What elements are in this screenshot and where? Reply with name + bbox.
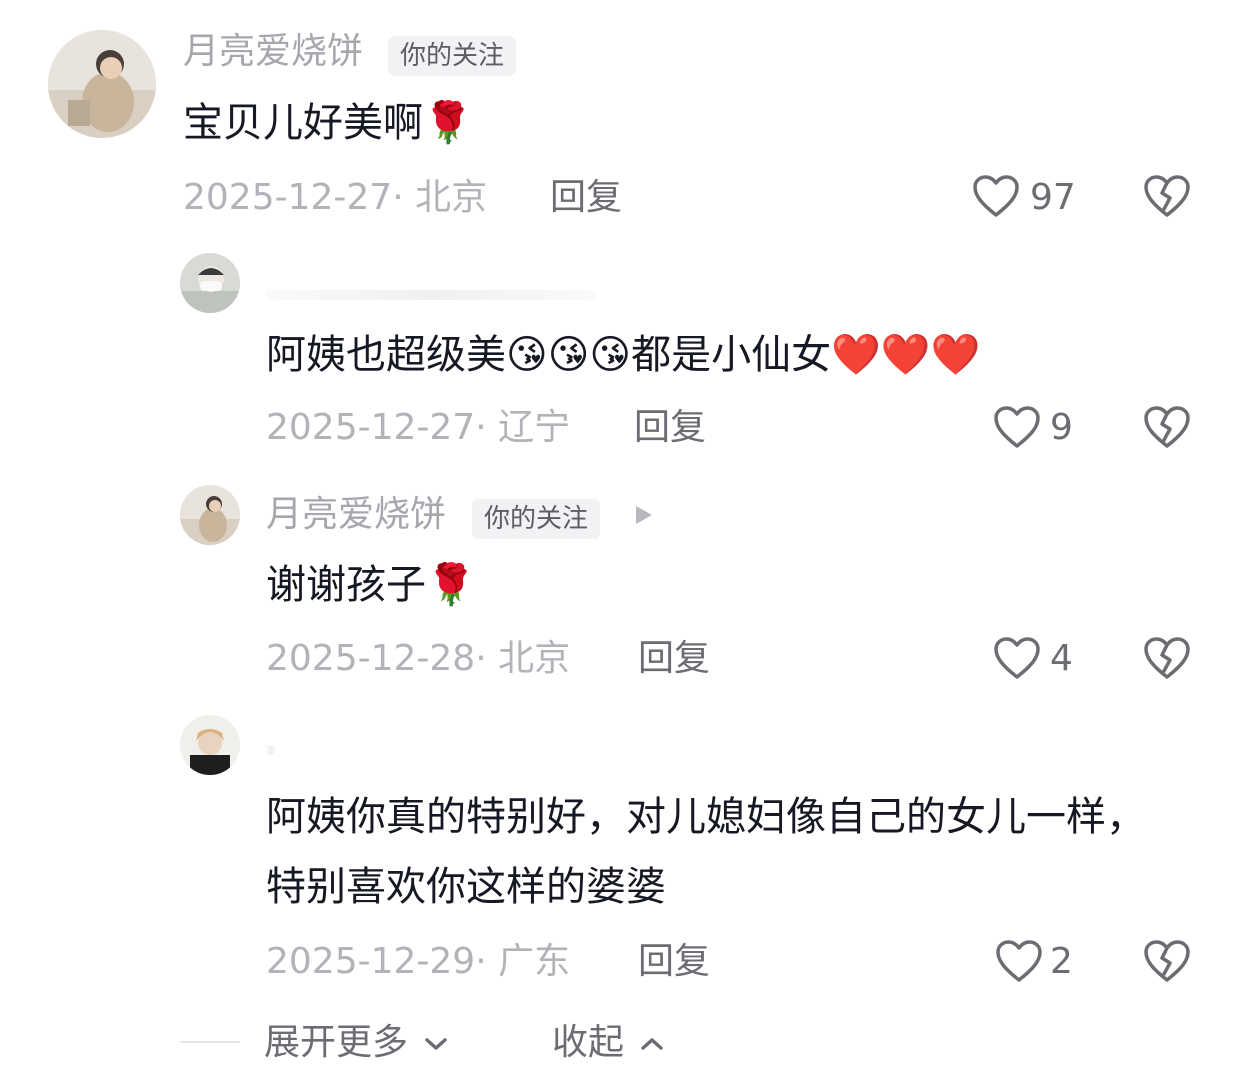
reply-button[interactable]: 回复 <box>634 410 706 446</box>
kiss-emojis: 😘😘😘 <box>506 332 632 378</box>
like-count: 97 <box>1030 177 1076 218</box>
avatar[interactable] <box>180 485 240 545</box>
heart-outline-icon[interactable] <box>993 405 1041 449</box>
broken-heart-icon[interactable] <box>1143 405 1191 449</box>
avatar[interactable] <box>180 715 240 775</box>
avatar[interactable] <box>180 253 240 313</box>
reply-button[interactable]: 回复 <box>638 641 710 677</box>
expand-more-label: 展开更多 <box>264 1022 409 1063</box>
comment-text: 阿姨你真的特别好，对儿媳妇像自己的女儿一样，特别喜欢你这样的婆婆 <box>266 794 1146 910</box>
following-badge: 你的关注 <box>388 36 517 76</box>
collapse-button[interactable]: 收起 <box>552 1025 665 1061</box>
expand-more-button[interactable]: 展开更多 <box>264 1025 449 1061</box>
collapse-label: 收起 <box>552 1022 625 1063</box>
avatar[interactable] <box>48 30 156 138</box>
chevron-up-icon <box>641 1038 664 1050</box>
comment-text-body: 都是小仙女 <box>631 332 832 378</box>
comment-text: 谢谢孩子🌹 <box>266 560 476 610</box>
heart-outline-icon[interactable] <box>993 636 1041 680</box>
reply-button[interactable]: 回复 <box>550 180 622 216</box>
reply-button[interactable]: 回复 <box>638 944 710 980</box>
comment-text-body: 阿姨也超级美 <box>266 332 506 378</box>
heart-emojis: ❤️❤️❤️ <box>831 332 981 378</box>
comment-date-location: 2025-12-28· 北京 <box>266 638 571 679</box>
comment-username[interactable] <box>266 290 596 300</box>
comment-text: 阿姨也超级美😘😘😘都是小仙女❤️❤️❤️ <box>266 330 981 380</box>
like-count: 2 <box>1050 941 1073 982</box>
chevron-down-icon <box>425 1038 448 1050</box>
play-triangle-icon <box>636 506 652 524</box>
comment-text-body: 宝贝儿好美啊 <box>183 100 423 146</box>
broken-heart-icon[interactable] <box>1143 939 1191 983</box>
comment-date-location: 2025-12-27· 辽宁 <box>266 407 571 448</box>
divider <box>180 1041 240 1043</box>
following-badge: 你的关注 <box>472 499 601 539</box>
like-count: 4 <box>1050 638 1073 679</box>
broken-heart-icon[interactable] <box>1143 174 1191 218</box>
comment-username[interactable] <box>266 745 276 755</box>
comment-username[interactable]: 月亮爱烧饼 <box>183 34 363 70</box>
heart-outline-icon[interactable] <box>972 174 1020 218</box>
comment-username[interactable]: 月亮爱烧饼 <box>266 497 446 533</box>
heart-outline-icon[interactable] <box>995 939 1043 983</box>
rose-emoji: 🌹 <box>423 100 473 146</box>
comment-text-body: 谢谢孩子 <box>266 562 426 608</box>
comment-date-location: 2025-12-29· 广东 <box>266 941 571 982</box>
broken-heart-icon[interactable] <box>1143 636 1191 680</box>
like-count: 9 <box>1050 407 1073 448</box>
comment-text: 宝贝儿好美啊🌹 <box>183 98 473 148</box>
rose-emoji: 🌹 <box>426 562 476 608</box>
comment-date-location: 2025-12-27· 北京 <box>183 177 488 218</box>
